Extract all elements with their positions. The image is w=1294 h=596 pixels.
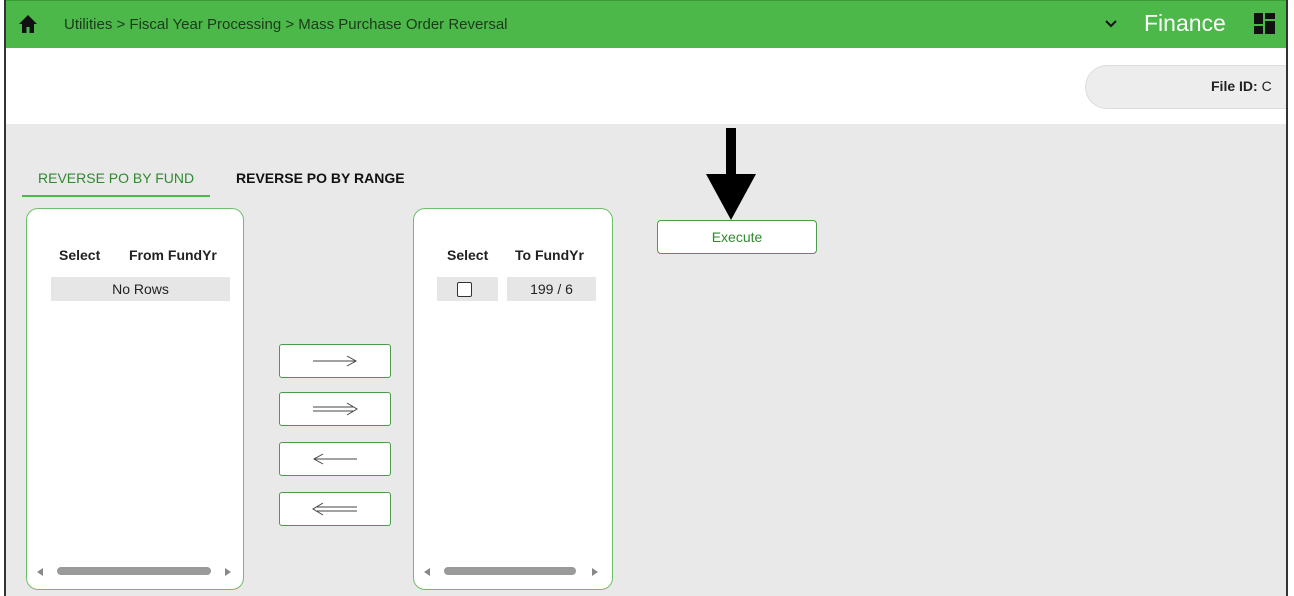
to-fund-year-panel: Select To FundYr 199 / 6: [413, 208, 613, 590]
to-fundyr-cell: 199 / 6: [507, 277, 596, 301]
horizontal-scrollbar[interactable]: [424, 567, 600, 577]
main-content: REVERSE PO BY FUND REVERSE PO BY RANGE S…: [6, 124, 1286, 596]
move-selected-right-button[interactable]: [279, 344, 391, 378]
file-id-label: File ID: C: [1211, 78, 1272, 94]
execute-button[interactable]: Execute: [657, 220, 817, 254]
move-all-right-button[interactable]: [279, 392, 391, 426]
annotation-arrow-icon: [706, 128, 756, 220]
home-icon[interactable]: [18, 14, 38, 34]
app-name[interactable]: Finance: [1144, 10, 1226, 37]
scrollbar-thumb[interactable]: [444, 567, 576, 575]
top-nav-bar: Utilities > Fiscal Year Processing > Mas…: [6, 0, 1286, 48]
breadcrumb: Utilities > Fiscal Year Processing > Mas…: [64, 16, 508, 33]
move-all-left-button[interactable]: [279, 492, 391, 526]
double-arrow-right-icon: [313, 402, 358, 416]
app-frame: Utilities > Fiscal Year Processing > Mas…: [4, 0, 1288, 596]
row-select-checkbox[interactable]: [457, 282, 472, 297]
column-header-select: Select: [59, 247, 101, 263]
row-select-cell: [437, 277, 498, 301]
scroll-left-icon[interactable]: [37, 568, 43, 576]
column-header-from-fundyr: From FundYr: [129, 247, 217, 263]
move-selected-left-button[interactable]: [279, 442, 391, 476]
app-grid-icon[interactable]: [1254, 13, 1275, 34]
chevron-down-icon[interactable]: [1103, 16, 1119, 32]
scrollbar-thumb[interactable]: [57, 567, 211, 575]
scroll-left-icon[interactable]: [424, 568, 430, 576]
column-header-select: Select: [447, 247, 489, 263]
tab-reverse-po-by-range[interactable]: REVERSE PO BY RANGE: [236, 170, 405, 195]
from-fund-year-panel: Select From FundYr No Rows: [26, 208, 244, 590]
arrow-right-icon: [313, 355, 358, 367]
tab-reverse-po-by-fund[interactable]: REVERSE PO BY FUND: [22, 170, 211, 197]
arrow-left-icon: [312, 453, 357, 465]
double-arrow-left-icon: [312, 502, 357, 516]
no-rows-message: No Rows: [51, 277, 230, 301]
file-id-pill: File ID: C: [1085, 65, 1286, 109]
scroll-right-icon[interactable]: [592, 568, 598, 576]
file-id-value: C: [1261, 78, 1272, 94]
column-header-to-fundyr: To FundYr: [515, 247, 584, 263]
file-info-strip: File ID: C: [6, 48, 1286, 124]
horizontal-scrollbar[interactable]: [37, 567, 233, 577]
scroll-right-icon[interactable]: [225, 568, 231, 576]
file-id-caption: File ID:: [1211, 78, 1258, 94]
